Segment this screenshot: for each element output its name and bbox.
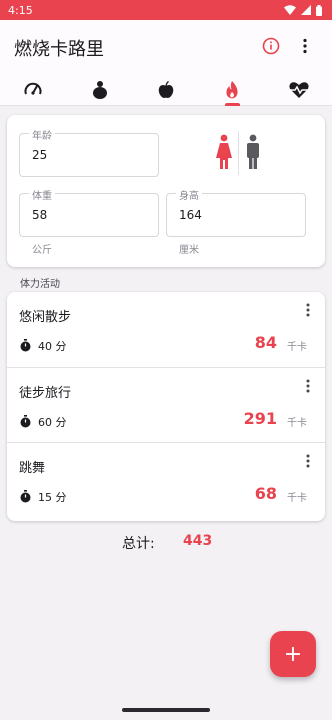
tab-nutrition[interactable] [133,76,199,105]
activity-name: 悠闲散步 [19,310,72,325]
timer-icon [19,337,32,356]
timer-icon [19,413,32,432]
status-time: 4:15 [8,3,33,17]
total-label: 总计: [122,536,155,552]
weight-unit: 公斤 [32,245,52,256]
height-unit: 厘米 [179,245,199,256]
status-bar: 4:15 [0,0,332,20]
weight-label: 体重 [29,187,55,202]
home-indicator[interactable] [122,708,210,712]
app-bar: 燃烧卡路里 [0,20,332,76]
gender-female-button[interactable] [215,134,233,174]
body-weight-icon [90,80,110,100]
activities-section-label: 体力活动 [20,279,60,290]
activity-item[interactable]: 悠闲散步 40 分 84 千卡 [7,292,325,367]
add-icon: + [283,641,303,667]
weight-value: 58 [32,208,48,222]
status-icons [284,4,322,16]
activity-calorie-unit: 千卡 [287,493,307,504]
male-icon [245,134,261,174]
tab-bar [0,76,332,106]
activity-duration: 15 分 [38,491,67,504]
activity-item[interactable]: 徒步旅行 60 分 291 千卡 [7,367,325,442]
activity-calories: 291 [243,409,277,428]
speedometer-icon [23,80,43,100]
activity-calorie-unit: 千卡 [287,418,307,429]
height-label: 身高 [176,187,202,202]
activity-menu-button[interactable] [299,376,317,396]
activity-calories: 84 [254,333,277,352]
total-row: 总计: 443 [0,533,332,553]
wifi-icon [284,5,296,15]
height-field[interactable]: 身高 164 [166,187,306,237]
activity-name: 跳舞 [19,461,46,476]
more-options-button[interactable] [288,31,322,65]
activity-menu-button[interactable] [299,451,317,471]
battery-icon [316,4,322,16]
activity-list: 悠闲散步 40 分 84 千卡 徒步旅行 60 分 291 千卡 跳舞 15 分… [7,292,325,521]
tab-calories-burned[interactable] [199,76,265,106]
age-label: 年龄 [29,127,55,142]
apple-icon [156,80,176,100]
total-calories: 443 [183,533,213,549]
age-value: 25 [32,148,48,162]
add-activity-button[interactable]: + [270,631,316,677]
height-value: 164 [179,208,202,222]
activity-calorie-unit: 千卡 [287,342,307,353]
signal-icon [301,5,311,15]
heart-pulse-icon [288,80,310,100]
activity-duration: 60 分 [38,416,67,429]
info-button[interactable] [254,31,288,65]
activity-menu-button[interactable] [299,300,317,320]
activity-calories: 68 [254,484,277,503]
age-field[interactable]: 年龄 25 [19,127,159,177]
activity-name: 徒步旅行 [19,386,72,401]
tab-heart-rate[interactable] [266,76,332,105]
tab-body-weight[interactable] [66,76,132,105]
app-title: 燃烧卡路里 [14,39,104,60]
gender-male-button[interactable] [245,134,261,174]
female-icon [215,134,233,174]
info-icon [262,37,280,59]
flame-icon [222,80,242,100]
weight-field[interactable]: 体重 58 [19,187,159,237]
activity-duration: 40 分 [38,340,67,353]
gender-divider [238,131,239,175]
activity-item[interactable]: 跳舞 15 分 68 千卡 [7,442,325,517]
more-vert-icon [302,38,308,58]
profile-card: 年龄 25 体重 58 公斤 身高 164 厘米 [7,115,325,267]
timer-icon [19,488,32,507]
tab-speedometer[interactable] [0,76,66,105]
